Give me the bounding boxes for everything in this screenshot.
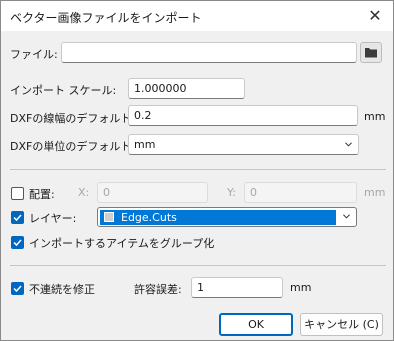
file-path-input[interactable] xyxy=(61,42,357,63)
group-items-label: インポートするアイテムをグループ化 xyxy=(29,237,215,250)
separator xyxy=(10,265,386,266)
placement-checkbox[interactable] xyxy=(11,187,24,200)
dxf-unit-label: DXFの単位のデフォルト: xyxy=(10,140,136,153)
import-dialog: ベクター画像ファイルをインポート ✕ ファイル: インポート スケール: 1.0… xyxy=(0,0,394,341)
close-button[interactable]: ✕ xyxy=(357,1,393,31)
layer-value: Edge.Cuts xyxy=(121,211,177,224)
check-icon xyxy=(13,239,22,247)
layer-select[interactable]: Edge.Cuts xyxy=(97,207,357,227)
placement-label: 配置: xyxy=(29,188,55,201)
file-label: ファイル: xyxy=(10,48,58,61)
group-items-checkbox[interactable] xyxy=(11,236,24,249)
separator xyxy=(10,169,386,170)
line-width-unit: mm xyxy=(364,110,386,123)
tolerance-label: 許容誤差: xyxy=(134,283,182,296)
placement-unit: mm xyxy=(364,186,386,199)
import-scale-input[interactable]: 1.000000 xyxy=(128,78,245,99)
chevron-down-icon xyxy=(343,214,350,219)
fix-discontinuity-checkbox[interactable] xyxy=(11,282,24,295)
layer-checkbox[interactable] xyxy=(11,211,24,224)
ok-button[interactable]: OK xyxy=(219,313,293,336)
y-label: Y: xyxy=(227,186,236,199)
dxf-unit-value: mm xyxy=(134,138,156,151)
tolerance-unit: mm xyxy=(290,281,312,294)
fix-discontinuity-label: 不連続を修正 xyxy=(29,283,95,296)
x-input[interactable]: 0 xyxy=(97,182,208,203)
browse-file-button[interactable] xyxy=(360,42,382,63)
layer-label: レイヤー: xyxy=(29,212,77,225)
y-input[interactable]: 0 xyxy=(244,182,357,203)
close-icon: ✕ xyxy=(368,6,382,25)
x-label: X: xyxy=(78,186,90,199)
import-scale-label: インポート スケール: xyxy=(10,84,117,97)
check-icon xyxy=(13,214,22,222)
cancel-button[interactable]: キャンセル (C) xyxy=(300,313,383,336)
dxf-line-width-input[interactable]: 0.2 xyxy=(128,105,358,126)
dxf-line-width-label: DXFの線幅のデフォルト: xyxy=(10,112,136,125)
title-bar: ベクター画像ファイルをインポート ✕ xyxy=(1,1,393,31)
folder-icon xyxy=(365,48,377,58)
dxf-unit-select[interactable]: mm xyxy=(128,134,359,155)
layer-selected-highlight: Edge.Cuts xyxy=(100,210,336,225)
dialog-title: ベクター画像ファイルをインポート xyxy=(10,11,202,25)
chevron-down-icon xyxy=(345,142,352,147)
layer-color-swatch xyxy=(104,212,114,222)
tolerance-input[interactable]: 1 xyxy=(191,277,283,298)
check-icon xyxy=(13,285,22,293)
